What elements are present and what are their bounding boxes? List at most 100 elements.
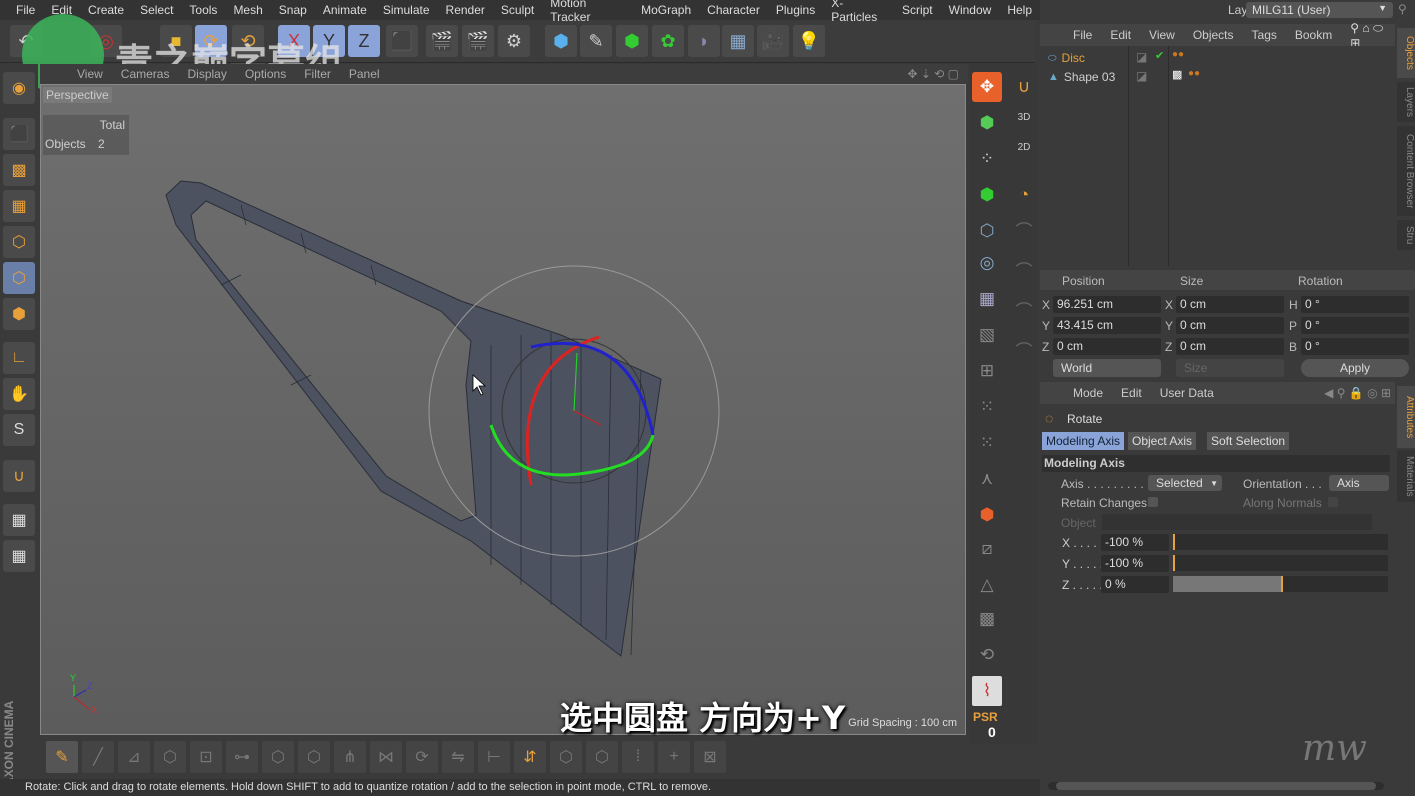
objects-menu-view[interactable]: View <box>1149 28 1175 42</box>
optimize-icon[interactable]: ⬡ <box>550 741 582 773</box>
position-z-field[interactable]: 0 cm <box>1053 338 1161 355</box>
horizontal-scrollbar[interactable] <box>1048 782 1384 790</box>
along-normals-checkbox[interactable] <box>1328 497 1338 507</box>
split-icon[interactable]: ⬡ <box>586 741 618 773</box>
objects-menu-objects[interactable]: Objects <box>1193 28 1234 42</box>
uv-icon[interactable]: ▧ <box>972 320 1002 350</box>
snap-settings-icon[interactable]: ◔ <box>1009 180 1039 210</box>
connect-icon[interactable]: ⬡ <box>972 216 1002 246</box>
axis-mode-icon[interactable]: ∟ <box>3 342 35 374</box>
timeline-icon[interactable]: ⌇ <box>972 676 1002 706</box>
render-settings-icon[interactable]: ⚙ <box>498 25 530 57</box>
mirror-icon[interactable]: ⇋ <box>442 741 474 773</box>
3d-snap-icon[interactable]: 3D <box>1009 102 1039 132</box>
move-tool-icon[interactable]: ✥ <box>972 72 1002 102</box>
cloner-icon[interactable]: ✿ <box>652 25 684 57</box>
object-link-field[interactable] <box>1102 514 1372 530</box>
attributes-menu-edit[interactable]: Edit <box>1121 386 1142 400</box>
magnet-icon[interactable]: ∪ <box>3 460 35 492</box>
smooth-shift-icon[interactable]: ⬡ <box>298 741 330 773</box>
knife-icon[interactable]: ⧄ <box>972 534 1002 564</box>
tweak-icon[interactable]: ✋ <box>3 378 35 410</box>
viewport-nav-icons[interactable]: ✥ ⇣ ⟲ ▢ <box>898 67 968 81</box>
align-icon[interactable]: ⊞ <box>972 356 1002 386</box>
points-mode-icon[interactable]: ⬡ <box>3 226 35 258</box>
menu-animate[interactable]: Animate <box>315 3 375 17</box>
retain-changes-checkbox[interactable] <box>1148 497 1158 507</box>
size-y-field[interactable]: 0 cm <box>1176 317 1284 334</box>
phong-tag-icon[interactable]: ●● <box>1188 68 1200 79</box>
size-z-field[interactable]: 0 cm <box>1176 338 1284 355</box>
mesh-icon[interactable]: ▩ <box>972 604 1002 634</box>
objects-menu-tags[interactable]: Tags <box>1252 28 1277 42</box>
edges-mode-icon[interactable]: ⬡ <box>3 262 35 294</box>
object-item-disc[interactable]: ⬭ Disc <box>1048 51 1085 65</box>
slider-x-field[interactable]: -100 % <box>1101 534 1169 551</box>
menu-create[interactable]: Create <box>80 3 132 17</box>
coordinate-system-icon[interactable]: ⬛ <box>386 25 418 57</box>
object-item-shape-03[interactable]: ▲ Shape 03 <box>1048 70 1115 84</box>
attributes-nav-icons[interactable]: ◀ ⚲ 🔒 ◎ ⊞ <box>1324 386 1395 400</box>
slider-z-field[interactable]: 0 % <box>1101 576 1169 593</box>
normal-scale-icon[interactable]: ⋈ <box>370 741 402 773</box>
texture-mode-icon[interactable]: ▩ <box>3 154 35 186</box>
menu-select[interactable]: Select <box>132 3 181 17</box>
viewport-menu-options[interactable]: Options <box>236 67 295 81</box>
snap-spline-icon[interactable]: ⌒ <box>1009 334 1039 364</box>
cube-icon[interactable]: ⬢ <box>545 25 577 57</box>
size-mode-dropdown[interactable]: Size <box>1176 359 1284 377</box>
menu-mograph[interactable]: MoGraph <box>633 3 699 17</box>
model-mode-icon[interactable]: ⬛ <box>3 118 35 150</box>
align-normals-icon[interactable]: ⊢ <box>478 741 510 773</box>
tab-soft-selection[interactable]: Soft Selection <box>1207 432 1290 450</box>
objects-menu-file[interactable]: File <box>1073 28 1092 42</box>
stitch-icon[interactable]: ⊠ <box>694 741 726 773</box>
inner-extrude-icon[interactable]: ⊡ <box>190 741 222 773</box>
viewport-menu-view[interactable]: View <box>68 67 112 81</box>
layer-icon[interactable]: ◪ <box>1136 69 1147 83</box>
triangle-icon[interactable]: △ <box>972 570 1002 600</box>
rotation-b-field[interactable]: 0 ° <box>1301 338 1409 355</box>
slider-y[interactable] <box>1173 555 1388 571</box>
planar-workplane-icon[interactable]: ▦ <box>3 540 35 572</box>
tab-modeling-axis[interactable]: Modeling Axis <box>1042 432 1125 450</box>
binoculars-icon[interactable]: ◎ <box>972 248 1002 278</box>
line-cut-icon[interactable]: ╱ <box>82 741 114 773</box>
bridge-icon[interactable]: ⊿ <box>118 741 150 773</box>
objects-menu-bookmarks[interactable]: Bookm <box>1295 28 1332 42</box>
objects-menu-edit[interactable]: Edit <box>1110 28 1131 42</box>
add-point-icon[interactable]: + <box>658 741 690 773</box>
viewport-menu-filter[interactable]: Filter <box>295 67 340 81</box>
size-x-field[interactable]: 0 cm <box>1176 296 1284 313</box>
brush-icon[interactable]: ✎ <box>46 741 78 773</box>
layout-dropdown[interactable]: MILG11 (User) ▼ <box>1246 2 1393 18</box>
deformer-icon[interactable]: ◗ <box>688 25 720 57</box>
tab-layers[interactable]: Layers <box>1397 82 1415 122</box>
normal-rotate-icon[interactable]: ⟳ <box>406 741 438 773</box>
tab-structure[interactable]: Stru <box>1397 220 1415 250</box>
dots-icon[interactable]: ⁙ <box>972 392 1002 422</box>
phong-tag-icon[interactable]: ●● <box>1172 49 1184 60</box>
menu-window[interactable]: Window <box>941 3 1000 17</box>
viewport-menu-panel[interactable]: Panel <box>340 67 389 81</box>
spline-pen-icon[interactable]: ✎ <box>580 25 612 57</box>
reverse-normals-icon[interactable]: ⇵ <box>514 741 546 773</box>
workplane-icon[interactable]: ▦ <box>3 190 35 222</box>
menu-plugins[interactable]: Plugins <box>768 3 823 17</box>
menu-simulate[interactable]: Simulate <box>375 3 438 17</box>
menu-file[interactable]: File <box>8 3 43 17</box>
menu-render[interactable]: Render <box>438 3 493 17</box>
menu-character[interactable]: Character <box>699 3 768 17</box>
tab-objects[interactable]: Objects <box>1397 28 1415 78</box>
search-icon[interactable]: ⚲ <box>1398 2 1407 16</box>
2d-snap-icon[interactable]: 2D <box>1009 132 1039 162</box>
make-editable-icon[interactable]: ◉ <box>3 72 35 104</box>
dots2-icon[interactable]: ⁙ <box>972 428 1002 458</box>
position-x-field[interactable]: 96.251 cm <box>1053 296 1161 313</box>
attributes-menu-user-data[interactable]: User Data <box>1160 386 1214 400</box>
polygons-mode-icon[interactable]: ⬢ <box>3 298 35 330</box>
apply-button[interactable]: Apply <box>1301 359 1409 377</box>
viewport-menu-display[interactable]: Display <box>178 67 235 81</box>
snap-edge-icon[interactable]: ⌒ <box>1009 254 1039 284</box>
weld-icon[interactable]: ⟲ <box>972 640 1002 670</box>
